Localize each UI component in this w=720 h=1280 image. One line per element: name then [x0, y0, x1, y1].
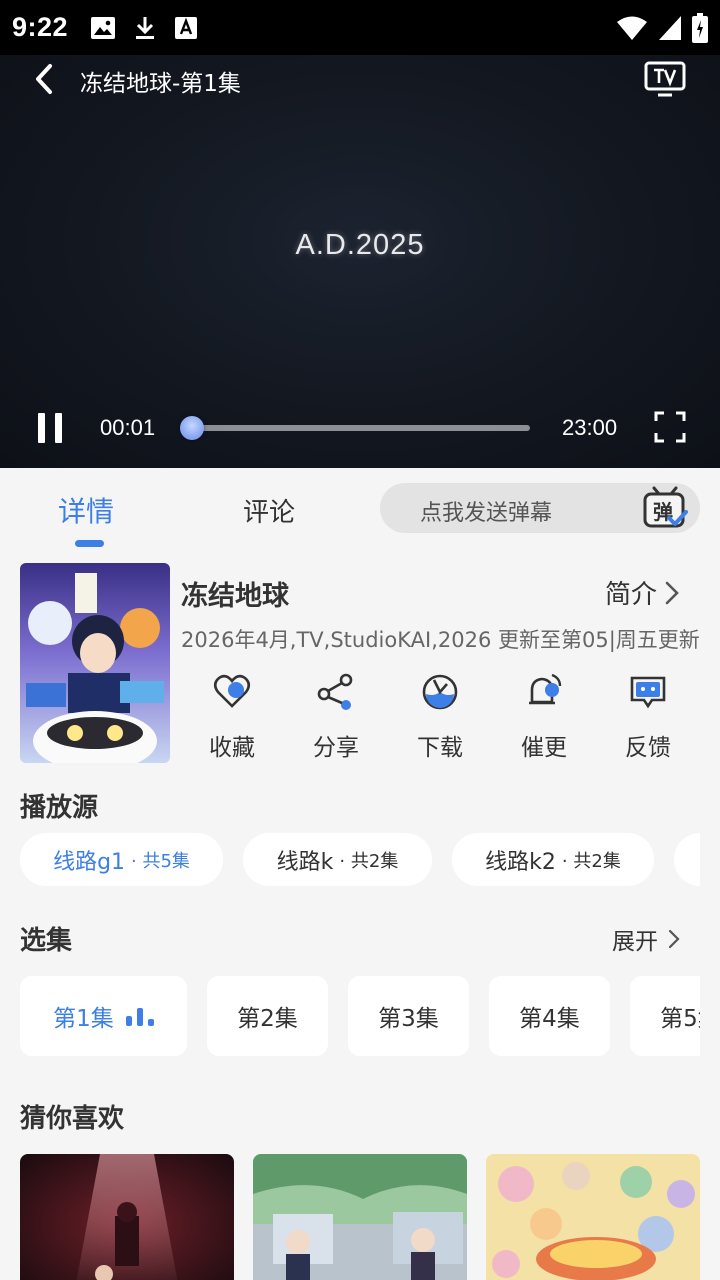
back-button[interactable] [28, 63, 60, 95]
episode-item[interactable]: 第5集 [630, 976, 700, 1056]
action-bar: 收藏 分享 下载 催更 反馈 [180, 672, 700, 764]
signal-icon [659, 15, 681, 40]
intro-label: 简介 [605, 580, 658, 610]
episode-item[interactable]: 第3集 [348, 976, 469, 1056]
danmaku-input[interactable]: 点我发送弹幕 弹 [380, 483, 700, 533]
episode-label: 第2集 [237, 1006, 298, 1032]
battery-icon [692, 12, 708, 43]
tv-cast-icon [644, 61, 686, 97]
recommend-thumbnail [253, 1154, 467, 1280]
episode-label: 第5集 [660, 1006, 700, 1032]
episode-item[interactable]: 第2集 [207, 976, 328, 1056]
recommend-card[interactable] [20, 1154, 234, 1280]
episode-item[interactable]: 第4集 [489, 976, 610, 1056]
total-time: 23:00 [562, 415, 618, 440]
video-player[interactable]: 冻结地球-第1集 A.D.2025 00:01 23:00 [0, 55, 720, 468]
danmaku-placeholder: 点我发送弹幕 [420, 501, 553, 526]
tab-comment[interactable]: 评论 [243, 492, 295, 529]
source-list: 线路g1 · 共5集 线路k · 共2集 线路k2 · 共2集 [20, 833, 700, 886]
image-notification-icon [91, 16, 116, 39]
download-notification-icon [136, 16, 155, 39]
anime-poster[interactable] [20, 563, 170, 763]
player-controls: 00:01 23:00 [0, 405, 720, 451]
text-notification-icon [175, 16, 198, 39]
source-count: · 共5集 [131, 850, 190, 872]
wifi-icon [617, 16, 647, 40]
episode-label: 第3集 [378, 1006, 439, 1032]
feedback-icon [630, 676, 666, 709]
chevron-right-icon [665, 581, 679, 604]
chevron-left-icon [36, 64, 52, 94]
current-time: 00:01 [100, 415, 156, 440]
source-name: 线路k [276, 849, 334, 875]
expand-episodes-link[interactable]: 展开 [612, 922, 682, 956]
intro-link[interactable]: 简介 [605, 574, 683, 611]
anime-meta: 2026年4月,TV,StudioKAI,2026 更新至第05|周五更新 [181, 628, 700, 652]
share-icon [317, 673, 353, 710]
poster-image [20, 563, 170, 763]
tab-detail[interactable]: 详情 [58, 490, 114, 530]
video-title: 冻结地球-第1集 [80, 71, 241, 97]
recommend-heading: 猜你喜欢 [20, 1104, 125, 1134]
episode-item-active[interactable]: 第1集 [20, 976, 187, 1056]
status-time: 9:22 [12, 12, 69, 42]
app-screen: 9:22 冻结地球-第1集 A.D.2025 00:01 23:00 详情 评论… [0, 0, 720, 1280]
pause-icon [38, 413, 45, 443]
cast-tv-button[interactable] [644, 61, 686, 97]
download-label: 下载 [417, 735, 463, 761]
download-icon [422, 674, 458, 710]
source-chip[interactable]: 线路k · 共2集 [243, 833, 432, 886]
feedback-label: 反馈 [625, 735, 671, 761]
favorite-label: 收藏 [209, 735, 255, 761]
urge-update-label: 催更 [521, 735, 567, 761]
tab-active-indicator [75, 540, 104, 547]
recommend-thumbnail [486, 1154, 700, 1280]
chevron-right-icon [668, 929, 680, 949]
episode-list: 第1集 第2集 第3集 第4集 第5集 [20, 976, 700, 1056]
favorite-button[interactable]: 收藏 [180, 672, 284, 762]
bell-icon [529, 673, 562, 705]
share-button[interactable]: 分享 [284, 672, 388, 762]
seek-bar[interactable] [180, 416, 530, 440]
episodes-heading: 选集 [20, 926, 73, 956]
recommend-thumbnail [20, 1154, 234, 1280]
expand-label: 展开 [612, 929, 658, 955]
detail-tabs: 详情 评论 点我发送弹幕 弹 [0, 468, 720, 552]
source-chip[interactable]: 线路g1 · 共5集 [20, 833, 223, 886]
danmaku-toggle-icon[interactable]: 弹 [642, 486, 688, 530]
anime-title: 冻结地球 [181, 581, 289, 612]
recommend-list [20, 1154, 700, 1280]
source-count: · 共2集 [561, 850, 621, 872]
notification-icons [90, 15, 198, 41]
sources-heading: 播放源 [20, 793, 99, 823]
source-count: · 共2集 [339, 850, 399, 872]
recommend-card[interactable] [253, 1154, 467, 1280]
source-chip-partial[interactable] [674, 833, 700, 886]
episode-label: 第1集 [53, 1006, 114, 1032]
fullscreen-button[interactable] [654, 411, 686, 443]
download-button[interactable]: 下载 [388, 672, 492, 762]
video-frame-caption: A.D.2025 [295, 229, 425, 261]
favorite-icon [213, 674, 251, 708]
system-icons [616, 12, 708, 43]
source-chip[interactable]: 线路k2 · 共2集 [452, 833, 654, 886]
urge-update-button[interactable]: 催更 [492, 672, 596, 762]
feedback-button[interactable]: 反馈 [596, 672, 700, 762]
fullscreen-icon [654, 411, 686, 443]
episode-label: 第4集 [519, 1006, 580, 1032]
status-bar: 9:22 [0, 0, 720, 55]
source-name: 线路g1 [53, 849, 126, 875]
seek-handle[interactable] [180, 416, 204, 440]
pause-button[interactable] [36, 413, 64, 443]
now-playing-icon [125, 1006, 154, 1026]
share-label: 分享 [313, 735, 359, 761]
source-name: 线路k2 [485, 849, 556, 875]
recommend-card[interactable] [486, 1154, 700, 1280]
